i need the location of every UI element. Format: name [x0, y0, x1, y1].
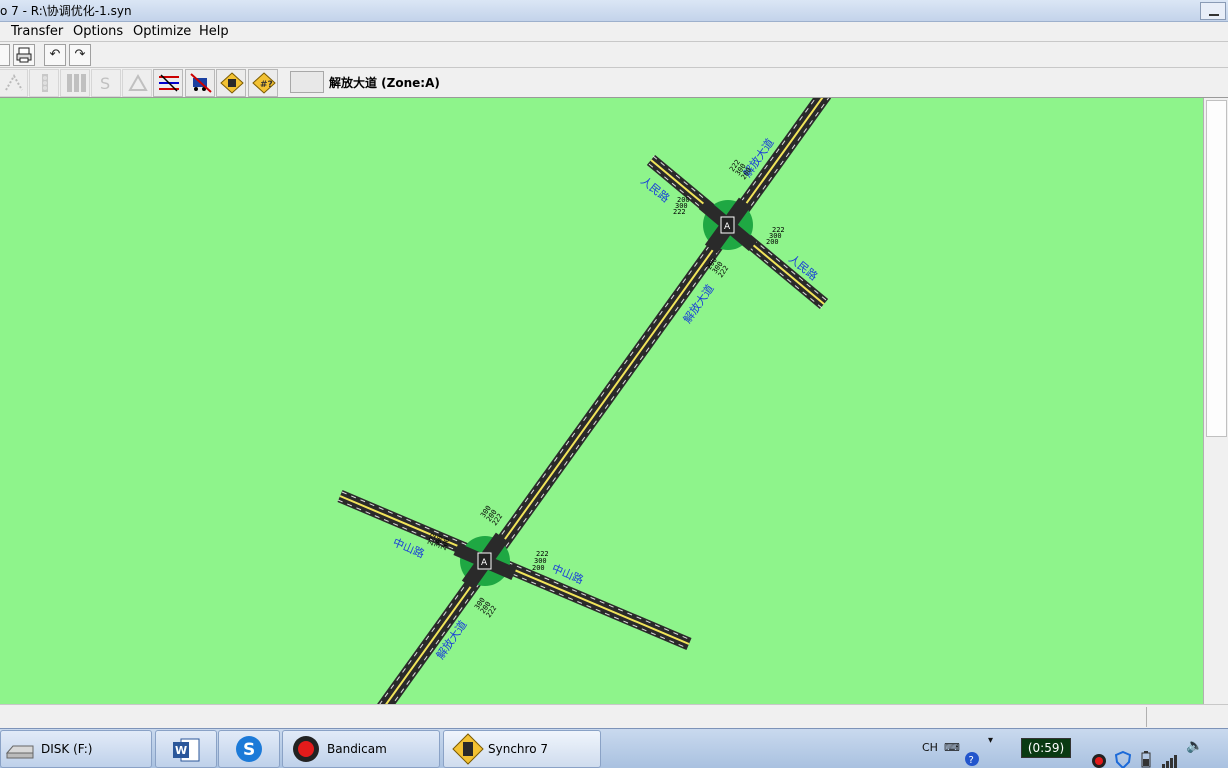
intersection-lower-marker: A — [481, 558, 488, 568]
taskbar-synchro-label: Synchro 7 — [488, 742, 548, 756]
volume-icon[interactable]: 🔈 — [1186, 738, 1203, 768]
intersection-upper-marker: A — [724, 222, 731, 232]
taskbar: DISK (F:) W S Bandicam Synchro 7 CH ⌨ ? … — [0, 728, 1228, 768]
zone-selector[interactable] — [290, 71, 324, 93]
svg-text:#?: #? — [260, 80, 273, 90]
network-map[interactable]: A A 解放大道 解放大道 解放大道 人民路 人民路 中山路 中山路 222 3… — [0, 98, 1203, 704]
street-label-zhongshan-left: 中山路 — [391, 536, 426, 561]
undo-icon: ↶ — [49, 47, 61, 62]
map-canvas[interactable]: A A 解放大道 解放大道 解放大道 人民路 人民路 中山路 中山路 222 3… — [0, 98, 1203, 704]
svg-text:S: S — [100, 74, 110, 93]
synchro-window: o 7 - R:\协调优化-1.syn Transfer Options Opt… — [0, 0, 1228, 768]
signal-settings-icon[interactable] — [29, 69, 59, 97]
menu-optimize[interactable]: Optimize — [131, 22, 193, 42]
status-bar — [0, 704, 1228, 728]
vertical-scrollbar[interactable] — [1203, 98, 1228, 704]
print-button[interactable] — [13, 44, 35, 66]
printer-icon — [16, 47, 32, 63]
record-tray-icon[interactable] — [1091, 741, 1107, 768]
volume-upper-west: 200 300 222 — [673, 196, 690, 216]
chevron-down-icon[interactable]: ▾ — [988, 735, 993, 768]
timing-settings-icon[interactable]: S — [91, 69, 121, 97]
taskbar-sogou[interactable]: S — [218, 730, 280, 768]
help-sign-icon[interactable]: #? — [248, 69, 278, 97]
volume-upper-south: 200 300 222 — [705, 256, 730, 279]
svg-text:W: W — [175, 744, 187, 757]
save-button[interactable] — [0, 44, 10, 66]
standard-toolbar: ↶ ↷ — [0, 42, 1228, 68]
window-title: o 7 - R:\协调优化-1.syn — [0, 4, 132, 18]
menu-options[interactable]: Options — [71, 22, 125, 42]
volume-upper-east: 222 300 200 — [766, 226, 785, 246]
synchro-icon — [452, 733, 484, 765]
optimize-network-icon[interactable] — [216, 69, 246, 97]
battery-icon[interactable] — [1140, 740, 1152, 768]
taskbar-synchro[interactable]: Synchro 7 — [443, 730, 601, 768]
sogou-icon: S — [236, 736, 262, 762]
redo-icon: ↷ — [74, 47, 86, 62]
svg-text:200: 200 — [532, 564, 545, 572]
phasing-settings-icon[interactable] — [122, 69, 152, 97]
node-settings-icon[interactable] — [0, 69, 28, 97]
taskbar-bandicam[interactable]: Bandicam — [282, 730, 440, 768]
help-icon[interactable]: ? — [964, 739, 980, 768]
svg-text:222: 222 — [673, 208, 686, 216]
volume-lower-north: 300 200 222 — [479, 504, 504, 527]
taskbar-disk-label: DISK (F:) — [41, 742, 93, 756]
volume-lower-east: 222 300 200 — [532, 550, 549, 572]
svg-text:?: ? — [969, 755, 974, 766]
title-bar: o 7 - R:\协调优化-1.syn — [0, 0, 1228, 22]
shield-icon[interactable] — [1115, 740, 1131, 768]
taskbar-bandicam-label: Bandicam — [327, 742, 387, 756]
volume-lower-south: 300 200 222 — [473, 596, 498, 619]
taskbar-disk[interactable]: DISK (F:) — [0, 730, 152, 768]
lane-settings-icon[interactable] — [60, 69, 90, 97]
record-icon — [293, 736, 319, 762]
time-space-diagram-icon[interactable] — [153, 69, 183, 97]
view-toolbar: S #? 解放大道 (Zone:A) — [0, 68, 1228, 98]
zone-label: 解放大道 (Zone:A) — [329, 76, 440, 90]
menu-transfer[interactable]: Transfer — [9, 22, 65, 42]
simtraffic-icon[interactable] — [185, 69, 215, 97]
minimize-button[interactable] — [1200, 2, 1226, 20]
menu-bar: Transfer Options Optimize Help — [0, 22, 1228, 42]
menu-help[interactable]: Help — [197, 22, 231, 42]
taskbar-word[interactable]: W — [155, 730, 217, 768]
svg-text:S: S — [243, 740, 255, 760]
status-cell — [1146, 707, 1222, 727]
recording-timer: (0:59) — [1021, 738, 1071, 758]
scrollbar-thumb[interactable] — [1206, 100, 1227, 437]
undo-button[interactable]: ↶ — [44, 44, 66, 66]
tray-language[interactable]: CH — [922, 741, 938, 768]
word-icon: W — [173, 738, 200, 762]
svg-text:200: 200 — [766, 238, 779, 246]
redo-button[interactable]: ↷ — [69, 44, 91, 66]
keyboard-icon[interactable]: ⌨ — [944, 741, 960, 768]
intersection-upper[interactable]: A — [698, 197, 758, 254]
network-signal-icon[interactable] — [1162, 741, 1180, 768]
drive-icon — [5, 745, 34, 759]
